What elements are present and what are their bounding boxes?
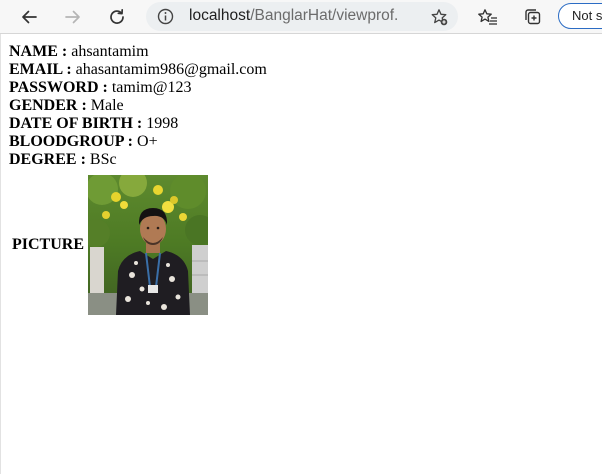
bloodgroup-row: BLOODGROUP : O+ xyxy=(9,133,267,151)
name-value: ahsantamim xyxy=(71,43,149,60)
page-left-edge xyxy=(0,34,1,474)
bloodgroup-label: BLOODGROUP : xyxy=(9,133,134,150)
name-row: NAME : ahsantamim xyxy=(9,43,267,61)
site-info-icon[interactable] xyxy=(157,8,174,30)
gender-label: GENDER : xyxy=(9,97,87,114)
picture-label: PICTURE xyxy=(12,236,85,253)
favorites-button[interactable] xyxy=(474,4,502,30)
url-path: /BanglarHat/viewprof... xyxy=(250,7,397,24)
address-bar[interactable]: localhost/BanglarHat/viewprof... xyxy=(146,2,458,31)
collections-button[interactable] xyxy=(519,4,547,30)
name-label: NAME : xyxy=(9,43,68,60)
picture-row: PICTURE xyxy=(11,174,209,316)
favorites-icon xyxy=(478,9,497,25)
degree-row: DEGREE : BSc xyxy=(9,151,267,169)
reload-icon xyxy=(110,8,124,24)
password-value: tamim@123 xyxy=(111,79,192,96)
back-arrow-icon xyxy=(22,10,37,24)
forward-button[interactable] xyxy=(59,4,87,30)
email-value: ahasantamim986@gmail.com xyxy=(75,61,267,78)
browser-toolbar: localhost/BanglarHat/viewprof... Not s xyxy=(0,0,602,34)
picture-table: PICTURE xyxy=(9,172,211,318)
dob-label: DATE OF BIRTH : xyxy=(9,115,143,132)
degree-label: DEGREE : xyxy=(9,151,86,168)
collections-icon xyxy=(525,9,541,25)
reload-button[interactable] xyxy=(103,4,131,30)
forward-arrow-icon xyxy=(65,10,80,24)
bloodgroup-value: O+ xyxy=(137,133,158,150)
url-text[interactable]: localhost/BanglarHat/viewprof... xyxy=(189,7,397,25)
url-host: localhost xyxy=(189,7,251,24)
password-label: PASSWORD : xyxy=(9,79,108,96)
degree-value: BSc xyxy=(89,151,117,168)
dob-value: 1998 xyxy=(146,115,179,132)
not-secure-badge[interactable]: Not s xyxy=(558,3,602,29)
email-row: EMAIL : ahasantamim986@gmail.com xyxy=(9,61,267,79)
back-button[interactable] xyxy=(15,4,43,30)
profile-photo xyxy=(88,175,209,315)
gender-value: Male xyxy=(90,97,124,114)
picture-cell xyxy=(87,174,209,316)
dob-row: DATE OF BIRTH : 1998 xyxy=(9,115,267,133)
gender-row: GENDER : Male xyxy=(9,97,267,115)
add-favorite-icon[interactable] xyxy=(430,8,448,31)
email-label: EMAIL : xyxy=(9,61,72,78)
password-row: PASSWORD : tamim@123 xyxy=(9,79,267,97)
profile-details: NAME : ahsantamim EMAIL : ahasantamim986… xyxy=(9,43,267,169)
